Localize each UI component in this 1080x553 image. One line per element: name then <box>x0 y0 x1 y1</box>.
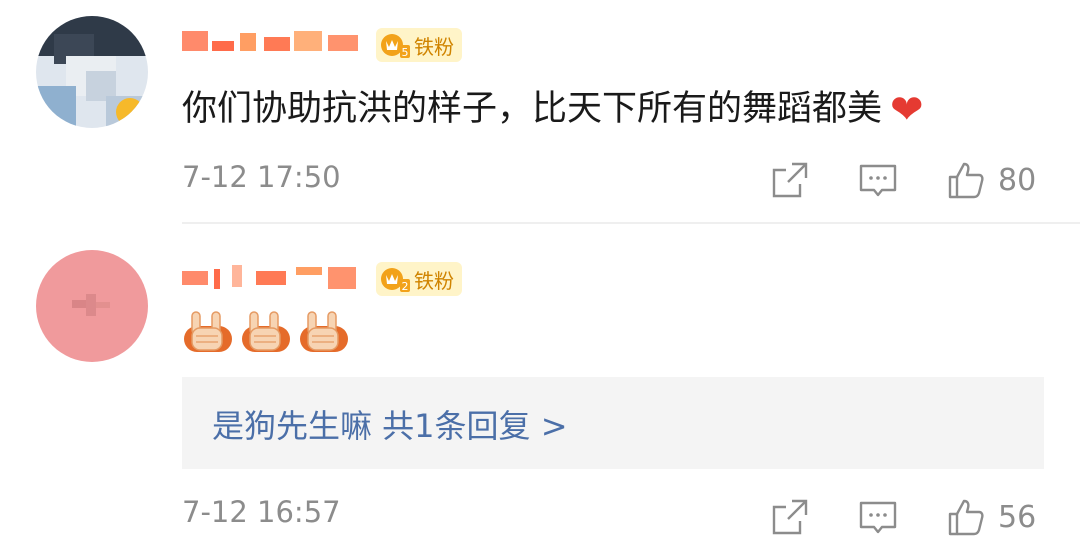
comment-icon[interactable] <box>858 497 898 537</box>
reply-summary-link[interactable]: 是狗先生嘛 共1条回复 > <box>212 401 568 447</box>
like-icon[interactable] <box>946 160 986 200</box>
comment-item: 5 铁粉 你们协助抗洪的样子，比天下所有的舞蹈都美 ❤ 7-12 17:50 8… <box>0 0 1080 222</box>
badge-level: 2 <box>402 280 409 293</box>
username-blurred[interactable] <box>182 26 368 56</box>
crown-badge-icon: 5 <box>381 34 410 59</box>
emoji-row <box>182 310 350 354</box>
comment-body: 你们协助抗洪的样子，比天下所有的舞蹈都美 <box>182 89 883 129</box>
reply-summary-box[interactable]: 是狗先生嘛 共1条回复 > <box>182 377 1044 469</box>
like-icon[interactable] <box>946 497 986 537</box>
action-bar: 80 <box>770 160 1036 200</box>
like-count: 56 <box>998 499 1037 535</box>
comment-icon[interactable] <box>858 160 898 200</box>
victory-hand-emoji-icon <box>184 311 232 352</box>
comment-text: 你们协助抗洪的样子，比天下所有的舞蹈都美 ❤ <box>182 80 924 133</box>
fan-badge[interactable]: 5 铁粉 <box>376 28 462 62</box>
share-icon[interactable] <box>770 497 810 537</box>
avatar-image <box>36 16 148 128</box>
victory-hand-emoji-icon <box>242 311 290 352</box>
timestamp: 7-12 17:50 <box>182 160 341 194</box>
avatar[interactable] <box>36 250 148 362</box>
like-count: 80 <box>998 162 1037 198</box>
victory-hand-emoji-icon <box>300 311 348 352</box>
blurred-username-image <box>182 265 356 289</box>
badge-label: 铁粉 <box>414 34 454 59</box>
action-bar: 56 <box>770 497 1036 537</box>
crown-badge-icon: 2 <box>381 268 410 293</box>
avatar-image <box>36 250 148 362</box>
badge-label: 铁粉 <box>414 268 454 293</box>
comment-item: 2 铁粉 是狗先生嘛 共1条回复 > 7-12 16:57 56 <box>0 222 1080 553</box>
heart-icon: ❤ <box>890 87 924 133</box>
fan-badge[interactable]: 2 铁粉 <box>376 262 462 296</box>
avatar[interactable] <box>36 16 148 128</box>
share-icon[interactable] <box>770 160 810 200</box>
username-blurred[interactable] <box>182 262 362 292</box>
blurred-username-image <box>182 31 358 51</box>
timestamp: 7-12 16:57 <box>182 495 341 529</box>
badge-level: 5 <box>402 46 409 59</box>
